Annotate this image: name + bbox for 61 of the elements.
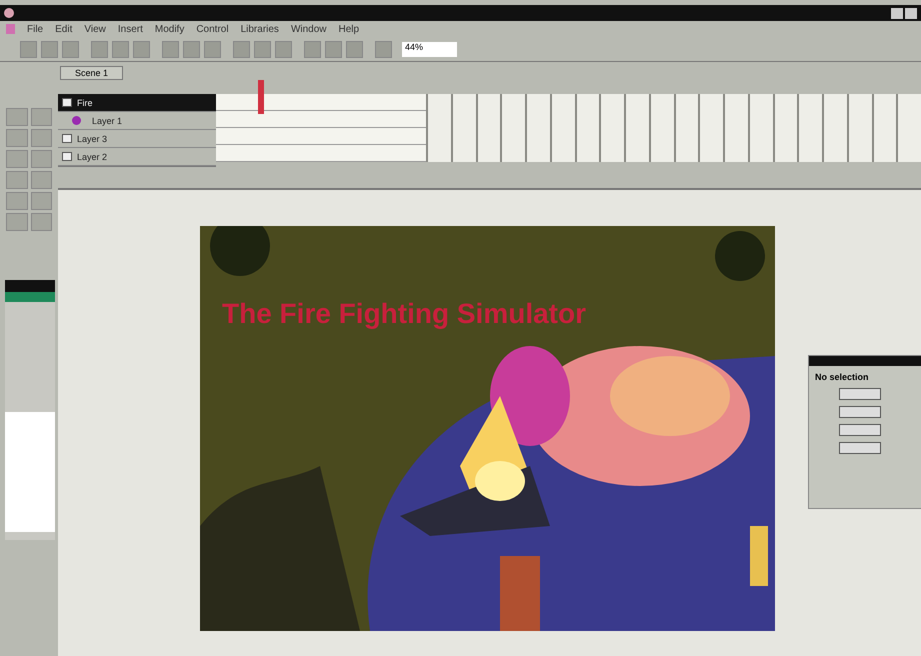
- menu-item[interactable]: Control: [196, 24, 229, 34]
- selected-item[interactable]: [5, 292, 55, 302]
- tool-icon[interactable]: [30, 150, 52, 168]
- menu-item[interactable]: Insert: [118, 24, 143, 34]
- layer-name: Layer 1: [92, 116, 122, 126]
- tool-icon[interactable]: [30, 213, 52, 231]
- selection-status: No selection: [814, 372, 870, 382]
- menu-item[interactable]: Help: [338, 24, 360, 34]
- input-field[interactable]: [839, 442, 881, 454]
- frame-grid[interactable]: [216, 94, 921, 162]
- toolbar-icon[interactable]: [91, 40, 108, 58]
- app-icon: [4, 8, 14, 18]
- tool-icon[interactable]: [30, 192, 52, 210]
- tool-icon[interactable]: [6, 108, 28, 126]
- minimize-button[interactable]: [891, 8, 903, 18]
- menu-item[interactable]: Window: [290, 24, 327, 34]
- maximize-button[interactable]: [905, 8, 917, 18]
- toolbar-icon[interactable]: [346, 40, 363, 58]
- tool-icon[interactable]: [6, 171, 28, 189]
- toolbar-icon[interactable]: [275, 40, 292, 58]
- menu-item[interactable]: Libraries: [240, 24, 279, 34]
- toolbar-icon[interactable]: [375, 40, 392, 58]
- toolbar-icon[interactable]: [41, 40, 58, 58]
- tool-icon[interactable]: [6, 192, 28, 210]
- menu-item[interactable]: Modify: [154, 24, 184, 34]
- toolbar-icon[interactable]: [112, 40, 129, 58]
- toolbar-icon[interactable]: [325, 40, 342, 58]
- layer-row[interactable]: Layer 1: [58, 112, 216, 130]
- playhead[interactable]: [258, 80, 264, 114]
- tool-icon[interactable]: [30, 108, 52, 126]
- layer-name: Layer 3: [77, 134, 108, 144]
- toolbar-icon[interactable]: [162, 40, 179, 58]
- tool-icon[interactable]: [30, 171, 52, 189]
- document-icon: [6, 24, 15, 34]
- input-field[interactable]: [839, 406, 881, 418]
- panel-title-bar: [5, 280, 55, 292]
- toolbar-icon[interactable]: [133, 40, 150, 58]
- layer-row[interactable]: Fire: [58, 94, 216, 112]
- layer-name: Layer 2: [77, 152, 108, 162]
- tool-icon[interactable]: [6, 213, 28, 231]
- stage-title: The Fire Fighting Simulator: [222, 298, 586, 330]
- layer-row[interactable]: Layer 2: [58, 148, 216, 166]
- input-field[interactable]: [839, 388, 881, 400]
- menu-item[interactable]: View: [84, 24, 106, 34]
- toolbar-icon[interactable]: [254, 40, 271, 58]
- toolbar-icon[interactable]: [20, 40, 37, 58]
- toolbar-icon[interactable]: [233, 40, 250, 58]
- toolbar-icon[interactable]: [62, 40, 79, 58]
- toolbar-icon[interactable]: [183, 40, 200, 58]
- tool-icon[interactable]: [6, 129, 28, 147]
- layer-row[interactable]: Layer 3: [58, 130, 216, 148]
- zoom-field[interactable]: 44%: [402, 42, 457, 56]
- tool-icon[interactable]: [6, 150, 28, 168]
- scene-tab[interactable]: Scene 1: [60, 66, 124, 80]
- layer-name: Fire: [77, 98, 92, 108]
- menu-item[interactable]: Edit: [55, 24, 72, 34]
- input-field[interactable]: [839, 424, 881, 436]
- toolbar-icon[interactable]: [304, 40, 321, 58]
- toolbar-icon[interactable]: [204, 40, 221, 58]
- menu-item[interactable]: File: [27, 24, 44, 34]
- tool-icon[interactable]: [30, 129, 52, 147]
